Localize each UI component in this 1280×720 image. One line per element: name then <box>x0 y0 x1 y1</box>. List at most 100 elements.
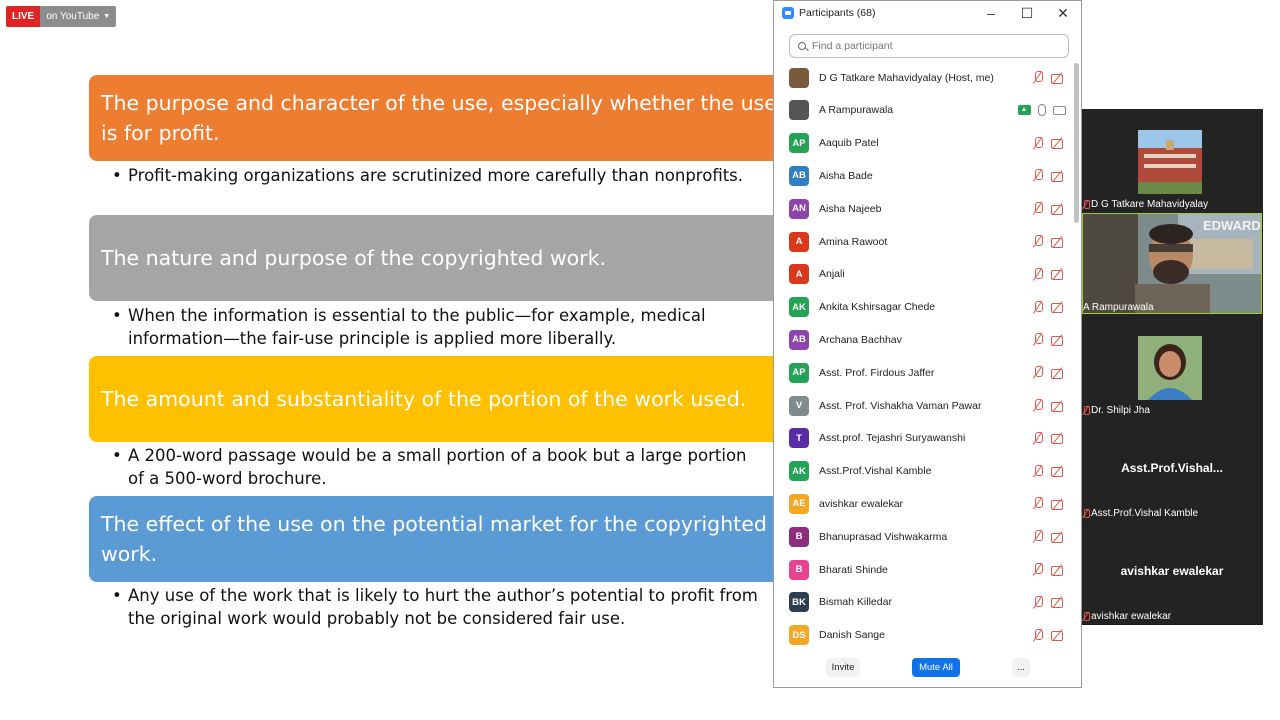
svg-text:EDWARDSV: EDWARDSV <box>1203 218 1262 233</box>
participant-status-icons <box>1032 71 1066 84</box>
participant-row[interactable]: T Asst.prof. Tejashri Suryawanshi <box>774 422 1074 455</box>
mute-all-button[interactable]: Mute All <box>912 658 960 677</box>
search-icon <box>798 42 806 50</box>
participant-row[interactable]: AK Ankita Kshirsagar Chede <box>774 291 1074 324</box>
participant-name: A Rampurawala <box>819 104 894 117</box>
video-off-icon[interactable] <box>1051 498 1066 510</box>
participant-row[interactable]: DS Danish Sange <box>774 619 1074 651</box>
mic-muted-icon[interactable] <box>1032 235 1044 248</box>
participant-name: Asst. Prof. Firdous Jaffer <box>819 366 935 379</box>
participant-row[interactable]: AK Asst.Prof.Vishal Kamble <box>774 455 1074 488</box>
presentation-slide: The purpose and character of the use, es… <box>0 0 789 720</box>
avatar: B <box>789 526 809 547</box>
more-options-button[interactable]: ... <box>1012 658 1030 677</box>
video-off-icon[interactable] <box>1051 564 1066 576</box>
video-off-icon[interactable] <box>1051 236 1066 248</box>
participant-status-icons <box>1032 431 1066 445</box>
mic-muted-icon[interactable] <box>1032 431 1044 445</box>
video-tile-shilpi[interactable]: Dr. Shilpi Jha <box>1081 315 1263 418</box>
search-input[interactable] <box>812 40 1052 52</box>
mic-muted-icon[interactable] <box>1032 202 1044 215</box>
mic-muted-icon[interactable] <box>1032 136 1044 150</box>
video-off-icon[interactable] <box>1051 268 1066 281</box>
video-off-icon[interactable] <box>1051 301 1066 314</box>
participant-status-icons <box>1018 104 1066 117</box>
avatar: T <box>789 428 809 449</box>
mic-muted-icon[interactable] <box>1032 595 1044 609</box>
video-off-icon[interactable] <box>1051 629 1066 642</box>
participant-row[interactable]: A Rampurawala <box>774 94 1074 127</box>
mic-muted-icon[interactable] <box>1032 300 1044 314</box>
avatar: A <box>789 231 809 252</box>
mic-muted-icon[interactable] <box>1032 267 1044 281</box>
slide-bullet-4: Any use of the work that is likely to hu… <box>112 584 762 630</box>
participant-name: Asst.Prof.Vishal Kamble <box>819 465 932 478</box>
participant-row[interactable]: BK Bismah Killedar <box>774 586 1074 619</box>
window-title: Participants (68) <box>799 7 876 19</box>
video-off-icon[interactable] <box>1051 432 1066 445</box>
mic-muted-icon[interactable] <box>1032 530 1044 543</box>
video-tile-avishkar[interactable]: avishkar ewalekar avishkar ewalekar <box>1081 521 1263 624</box>
participant-row[interactable]: AB Archana Bachhav <box>774 323 1074 356</box>
tile-name-big: Asst.Prof.Vishal... <box>1121 461 1223 475</box>
participant-name: Asst. Prof. Vishakha Vaman Pawar <box>819 399 982 412</box>
video-off-icon[interactable] <box>1051 170 1066 182</box>
participant-status-icons <box>1032 366 1066 379</box>
video-off-icon[interactable] <box>1051 465 1066 478</box>
participant-name: avishkar ewalekar <box>819 497 904 510</box>
participant-row[interactable]: D G Tatkare Mahavidyalay (Host, me) <box>774 61 1074 94</box>
mic-muted-icon[interactable] <box>1032 628 1044 642</box>
video-tile-speaker[interactable]: EDWARDSV A Rampurawala <box>1081 212 1263 315</box>
mic-muted-icon[interactable] <box>1032 497 1044 510</box>
mic-icon[interactable] <box>1038 104 1046 117</box>
participant-row[interactable]: B Bharati Shinde <box>774 553 1074 586</box>
mic-muted-icon[interactable] <box>1032 399 1044 412</box>
mic-muted-icon[interactable] <box>1032 333 1044 346</box>
mic-muted-icon[interactable] <box>1032 71 1044 84</box>
video-off-icon[interactable] <box>1051 137 1066 150</box>
video-icon[interactable] <box>1053 105 1066 115</box>
video-off-icon[interactable] <box>1051 531 1066 543</box>
maximize-icon[interactable]: ☐ <box>1009 5 1045 22</box>
avatar: AK <box>789 461 809 482</box>
mic-muted-icon[interactable] <box>1032 464 1044 478</box>
video-tile-host[interactable]: D G Tatkare Mahavidyalay <box>1081 109 1263 212</box>
participant-row[interactable]: A Anjali <box>774 258 1074 291</box>
participant-row[interactable]: AP Asst. Prof. Firdous Jaffer <box>774 356 1074 389</box>
video-tile-vishal[interactable]: Asst.Prof.Vishal... Asst.Prof.Vishal Kam… <box>1081 418 1263 521</box>
video-off-icon[interactable] <box>1051 400 1066 412</box>
avatar: V <box>789 395 809 416</box>
video-off-icon[interactable] <box>1051 203 1066 215</box>
participant-list[interactable]: D G Tatkare Mahavidyalay (Host, me) A Ram… <box>774 61 1074 651</box>
video-off-icon[interactable] <box>1051 596 1066 609</box>
video-off-icon[interactable] <box>1051 334 1066 346</box>
mic-muted-icon[interactable] <box>1032 169 1044 182</box>
participant-status-icons <box>1032 169 1066 182</box>
mic-muted-icon[interactable] <box>1032 366 1044 379</box>
participant-row[interactable]: AB Aisha Bade <box>774 159 1074 192</box>
participant-row[interactable]: AN Aisha Najeeb <box>774 192 1074 225</box>
participant-status-icons <box>1032 267 1066 281</box>
video-off-icon[interactable] <box>1051 72 1066 84</box>
screen-share-icon <box>1018 105 1031 116</box>
participant-row[interactable]: V Asst. Prof. Vishakha Vaman Pawar <box>774 389 1074 422</box>
avatar <box>789 100 809 121</box>
participant-row[interactable]: AE avishkar ewalekar <box>774 487 1074 520</box>
participant-row[interactable]: B Bhanuprasad Vishwakarma <box>774 520 1074 553</box>
invite-button[interactable]: Invite <box>826 658 860 677</box>
participant-name: Danish Sange <box>819 629 885 642</box>
close-icon[interactable]: ✕ <box>1045 5 1081 22</box>
participant-row[interactable]: A Amina Rawoot <box>774 225 1074 258</box>
tile-name-big: avishkar ewalekar <box>1120 564 1224 578</box>
avatar <box>789 67 809 88</box>
minimize-icon[interactable]: – <box>973 5 1009 21</box>
participant-search[interactable] <box>789 34 1069 58</box>
participant-row[interactable]: AP Aaquib Patel <box>774 127 1074 160</box>
avatar: AE <box>789 493 809 514</box>
mic-muted-icon[interactable] <box>1032 563 1044 576</box>
scrollbar[interactable] <box>1074 63 1079 223</box>
window-titlebar[interactable]: Participants (68) – ☐ ✕ <box>774 1 1081 25</box>
participant-name: Aaquib Patel <box>819 137 879 150</box>
mic-muted-icon <box>1083 406 1090 415</box>
video-off-icon[interactable] <box>1051 367 1066 379</box>
